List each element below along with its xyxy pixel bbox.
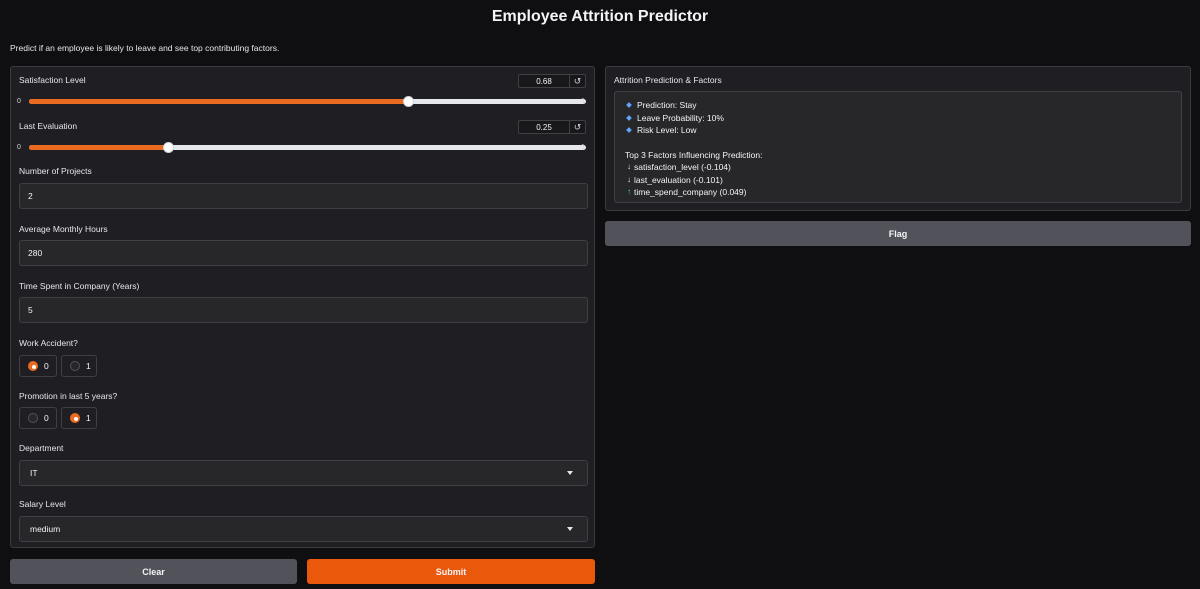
salary-select[interactable]: medium [19,516,588,542]
tenure-input[interactable]: 5 [19,297,588,323]
list-item: ↑ time_spend_company (0.049) [625,186,1171,199]
output-textbox: Prediction: Stay Leave Probability: 10% … [614,91,1182,203]
satisfaction-slider-fill [29,99,408,104]
radio-checked-icon [70,413,80,423]
clear-button[interactable]: Clear [10,559,297,584]
promotion-option-1-label: 1 [86,413,91,423]
list-item: Prediction: Stay [625,99,1171,112]
evaluation-slider[interactable] [29,142,586,153]
work-accident-option-1-label: 1 [86,361,91,371]
work-accident-label: Work Accident? [19,338,78,348]
diamond-bullet-icon [626,114,632,121]
chevron-down-icon [567,527,573,531]
factor-text: satisfaction_level (-0.104) [634,162,731,172]
promotion-label: Promotion in last 5 years? [19,391,118,401]
projects-input[interactable]: 2 [19,183,588,209]
arrow-up-icon: ↑ [627,187,631,196]
diamond-bullet-icon [626,102,632,109]
work-accident-option-1[interactable]: 1 [61,355,97,377]
satisfaction-slider[interactable] [29,96,586,107]
work-accident-option-0-label: 0 [44,361,49,371]
evaluation-label: Last Evaluation [19,121,78,131]
evaluation-reset-icon[interactable]: ↺ [569,121,585,133]
projects-label: Number of Projects [19,166,92,176]
evaluation-slider-handle[interactable] [163,142,175,153]
hours-input[interactable]: 280 [19,240,588,266]
evaluation-value[interactable]: 0.25 [519,123,569,132]
arrow-down-icon: ↓ [627,162,631,171]
list-item: Leave Probability: 10% [625,112,1171,125]
evaluation-number-field[interactable]: 0.25 ↺ [518,120,586,134]
department-select[interactable]: IT [19,460,588,486]
list-item: ↓ last_evaluation (-0.101) [625,174,1171,187]
promotion-option-0[interactable]: 0 [19,407,57,429]
flag-button[interactable]: Flag [605,221,1191,246]
satisfaction-slider-handle[interactable] [402,96,414,107]
factors-heading: Top 3 Factors Influencing Prediction: [625,149,763,160]
evaluation-slider-fill [29,145,169,150]
radio-unchecked-icon [70,361,80,371]
tenure-label: Time Spent in Company (Years) [19,281,140,291]
radio-unchecked-icon [28,413,38,423]
radio-checked-icon [28,361,38,371]
factor-text: time_spend_company (0.049) [634,187,747,197]
work-accident-option-0[interactable]: 0 [19,355,57,377]
list-item: Risk Level: Low [625,124,1171,137]
factor-text: last_evaluation (-0.101) [634,174,723,185]
satisfaction-number-field[interactable]: 0.68 ↺ [518,74,586,88]
page-title: Employee Attrition Predictor [491,8,709,25]
satisfaction-reset-icon[interactable]: ↺ [569,75,585,87]
risk-text: Risk Level: Low [637,125,697,135]
satisfaction-max-label: 1 [581,98,585,105]
satisfaction-min-label: 0 [17,98,21,105]
diamond-bullet-icon [626,127,632,134]
salary-label: Salary Level [19,499,66,509]
output-panel: Attrition Prediction & Factors Predictio… [605,66,1191,211]
list-item: ↓ satisfaction_level (-0.104) [625,161,1171,174]
salary-selected-value: medium [30,524,61,534]
submit-button[interactable]: Submit [307,559,595,584]
promotion-option-0-label: 0 [44,413,49,423]
arrow-down-icon: ↓ [627,174,631,184]
probability-text: Leave Probability: 10% [637,112,724,123]
evaluation-min-label: 0 [17,144,21,151]
department-selected-value: IT [30,468,38,478]
input-panel: Satisfaction Level 0.68 ↺ 0 1 Last Evalu… [10,66,595,548]
prediction-text: Prediction: Stay [637,100,697,110]
department-label: Department [19,443,64,453]
page-subtitle: Predict if an employee is likely to leav… [10,43,280,53]
satisfaction-value[interactable]: 0.68 [519,77,569,86]
output-label: Attrition Prediction & Factors [614,75,722,85]
hours-label: Average Monthly Hours [19,224,108,234]
evaluation-max-label: 1 [581,144,585,151]
promotion-option-1[interactable]: 1 [61,407,97,429]
chevron-down-icon [567,471,573,475]
satisfaction-label: Satisfaction Level [19,75,86,85]
